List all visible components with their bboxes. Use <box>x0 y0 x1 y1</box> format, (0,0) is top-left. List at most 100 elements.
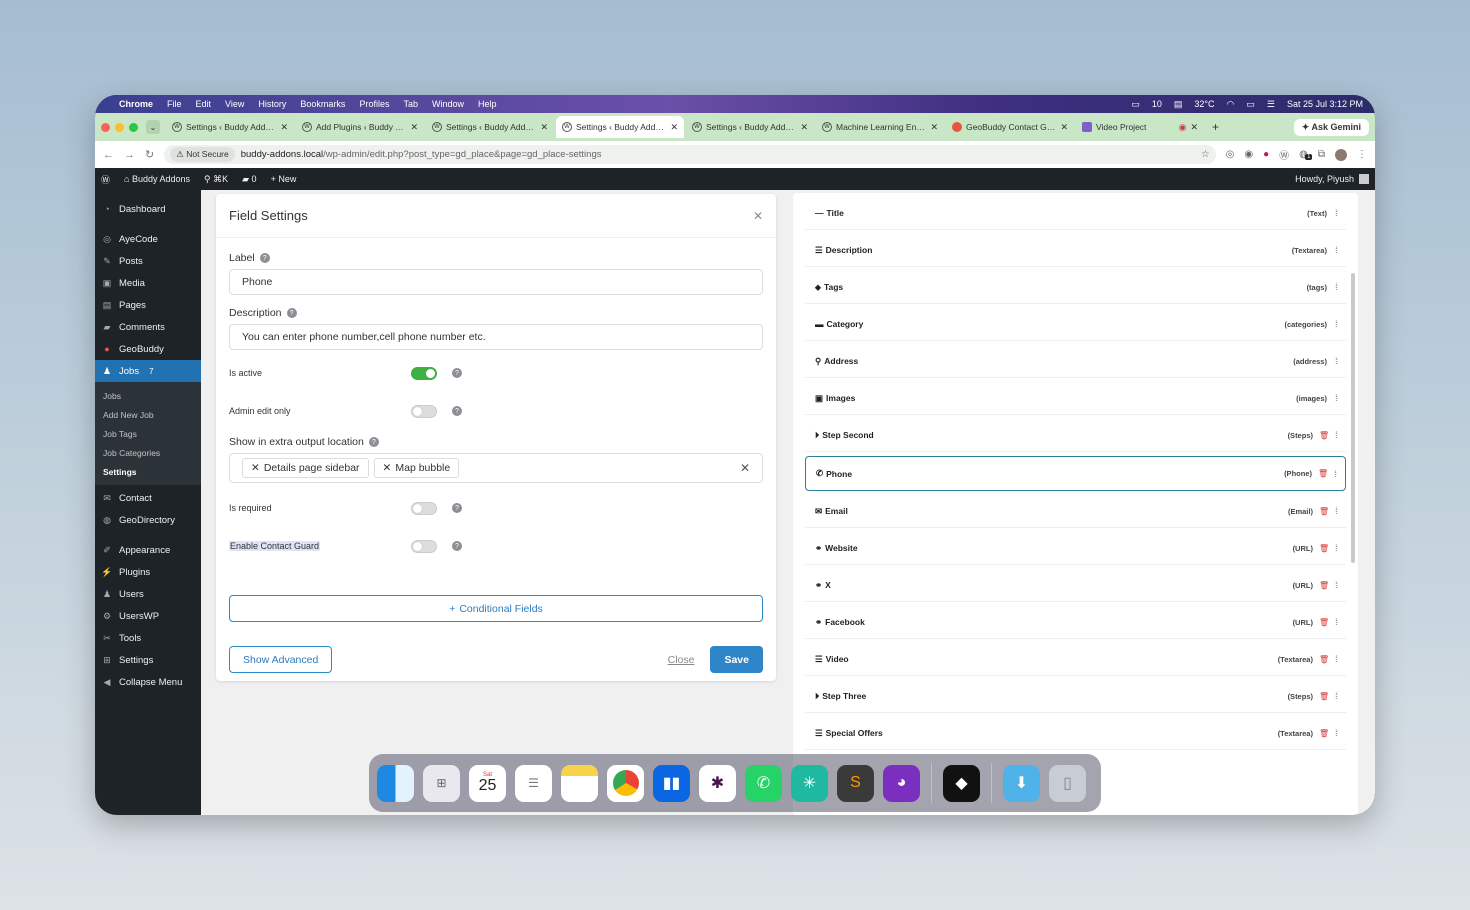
menu-item[interactable]: View <box>225 99 244 109</box>
admin-bar-comments[interactable]: ▰ 0 <box>242 174 256 185</box>
submenu-item-settings[interactable]: Settings <box>95 462 201 481</box>
launchpad-icon[interactable]: ⊞ <box>423 764 460 802</box>
field-row[interactable]: ⚭ Website (URL) 🗑 ⁞⁞ <box>805 532 1346 565</box>
sidebar-item-userswp[interactable]: ⚙ UsersWP <box>95 605 201 627</box>
menu-app-name[interactable]: Chrome <box>119 99 153 109</box>
downloads-folder-icon[interactable]: ⬇ <box>1003 764 1040 802</box>
submenu-item-job-categories[interactable]: Job Categories <box>95 443 201 462</box>
trash-icon[interactable]: 🗑 <box>1319 581 1329 590</box>
close-tab-icon[interactable]: ✕ <box>800 122 808 133</box>
save-button[interactable]: Save <box>710 646 763 673</box>
not-secure-badge[interactable]: ⚠ Not Secure <box>170 147 235 162</box>
drag-handle-icon[interactable]: ⁞⁞ <box>1335 245 1338 255</box>
help-icon[interactable]: ? <box>452 541 462 551</box>
admin-bar-new[interactable]: + New <box>271 174 297 184</box>
puzzle-icon[interactable]: ⧉ <box>1318 149 1325 160</box>
control-center-icon[interactable]: ☰ <box>1267 99 1275 110</box>
back-icon[interactable]: ← <box>103 149 114 161</box>
show-advanced-button[interactable]: Show Advanced <box>229 646 333 673</box>
kebab-menu-icon[interactable]: ⋮ <box>1357 149 1367 160</box>
sidebar-item-posts[interactable]: ✎ Posts <box>95 250 201 272</box>
wordpress-logo-icon[interactable]: Ⓦ <box>101 173 110 186</box>
help-icon[interactable]: ? <box>259 253 270 263</box>
field-row[interactable]: ▣ Images (images) ⁞⁞ <box>805 382 1346 415</box>
output-chip[interactable]: ✕ Map bubble <box>373 458 460 478</box>
slack-icon[interactable]: ✱ <box>699 764 736 802</box>
close-window-button[interactable] <box>101 122 110 132</box>
weather[interactable]: 32°C <box>1194 99 1214 109</box>
field-row[interactable]: ✆ Phone (Phone) 🗑 ⁞⁞ <box>805 456 1346 491</box>
sidebar-item-media[interactable]: ▣ Media <box>95 272 201 294</box>
browser-tab[interactable]: W Machine Learning Engineer ✕ <box>816 116 944 138</box>
menu-item[interactable]: Help <box>478 99 497 109</box>
scrollbar[interactable] <box>1351 273 1355 563</box>
github-desktop-icon[interactable]: ◕ <box>883 764 920 802</box>
browser-tab[interactable]: GeoBuddy Contact Guard ✕ <box>946 116 1074 138</box>
sidebar-item-geodirectory[interactable]: ◍ GeoDirectory <box>95 509 201 531</box>
trash-icon[interactable]: 🗑 <box>1318 469 1328 478</box>
extra-output-select[interactable]: ✕ Details page sidebar ✕ Map bubble ✕ <box>229 453 763 483</box>
field-row[interactable]: ⬥ Tags (tags) ⁞⁞ <box>805 271 1346 304</box>
drag-handle-icon[interactable]: ⁞⁞ <box>1335 356 1338 366</box>
is-required-toggle[interactable] <box>411 501 437 515</box>
menu-item[interactable]: File <box>167 99 182 109</box>
close-tab-icon[interactable]: ✕ <box>410 122 418 133</box>
drag-handle-icon[interactable]: ⁞⁞ <box>1335 282 1338 292</box>
browser-tab[interactable]: Video Project ◉ ✕ <box>1076 116 1204 138</box>
sidebar-item-contact[interactable]: ✉ Contact <box>95 487 201 509</box>
remove-chip-icon[interactable]: ✕ <box>251 462 260 474</box>
profile-avatar[interactable] <box>1335 148 1347 161</box>
wordpress-extension-icon[interactable]: Ⓦ <box>1279 147 1289 162</box>
minimize-window-button[interactable] <box>115 122 124 132</box>
drag-handle-icon[interactable]: ⁞⁞ <box>1335 654 1338 664</box>
omnibox[interactable]: ⚠ Not Secure buddy-addons.local/wp-admin… <box>164 145 1216 164</box>
close-tab-icon[interactable]: ✕ <box>930 122 938 133</box>
drag-handle-icon[interactable]: ⁞⁞ <box>1334 469 1337 479</box>
field-row[interactable]: ⏵ Step Second (Steps) 🗑 ⁞⁞ <box>805 419 1346 452</box>
sidebar-item-plugins[interactable]: ⚡ Plugins <box>95 561 201 583</box>
admin-bar-site[interactable]: ⌂ Buddy Addons <box>124 174 190 184</box>
menu-item[interactable]: Profiles <box>359 99 389 109</box>
label-input[interactable]: Phone <box>229 269 763 295</box>
admin-bar-account[interactable]: Howdy, Piyush <box>1295 174 1369 184</box>
field-row[interactable]: ☰ Video (Textarea) 🗑 ⁞⁞ <box>805 643 1346 676</box>
collapse-menu-button[interactable]: ◀ Collapse Menu <box>95 671 201 693</box>
close-tab-icon[interactable]: ✕ <box>1060 122 1068 133</box>
menu-item[interactable]: Edit <box>196 99 212 109</box>
sidebar-item-geobuddy[interactable]: ● GeoBuddy <box>95 338 201 360</box>
sidebar-item-dashboard[interactable]: ◔ Dashboard <box>95 198 201 220</box>
forward-icon[interactable]: → <box>124 149 135 161</box>
browser-tab[interactable]: W Add Plugins ‹ Buddy Addons ✕ <box>296 116 424 138</box>
new-tab-button[interactable]: + <box>1206 120 1225 134</box>
help-icon[interactable]: ? <box>286 308 297 318</box>
help-icon[interactable]: ? <box>452 503 462 513</box>
drag-handle-icon[interactable]: ⁞⁞ <box>1335 506 1338 516</box>
browser-tab[interactable]: W Settings ‹ Buddy Addons ✕ <box>426 116 554 138</box>
field-row[interactable]: — Title (Text) ⁞⁞ <box>805 197 1346 230</box>
reminders-icon[interactable]: ☰ <box>515 764 552 802</box>
reload-icon[interactable]: ↻ <box>145 148 154 161</box>
battery-icon[interactable]: ▭ <box>1246 99 1255 110</box>
menu-item[interactable]: Bookmarks <box>300 99 345 109</box>
trash-icon[interactable]: 🗑 <box>1319 655 1329 664</box>
admin-edit-toggle[interactable] <box>411 404 437 418</box>
sidebar-item-jobs[interactable]: ♟ Jobs 7 <box>95 360 201 382</box>
contact-guard-toggle[interactable] <box>411 539 437 553</box>
trash-icon[interactable]: 🗑 <box>1319 692 1329 701</box>
sidebar-item-comments[interactable]: ▰ Comments <box>95 316 201 338</box>
output-chip[interactable]: ✕ Details page sidebar <box>242 458 369 478</box>
close-tab-icon[interactable]: ✕ <box>540 122 548 133</box>
sidebar-item-pages[interactable]: ▤ Pages <box>95 294 201 316</box>
help-icon[interactable]: ? <box>452 406 462 416</box>
drag-handle-icon[interactable]: ⁞⁞ <box>1335 430 1338 440</box>
datetime[interactable]: Sat 25 Jul 3:12 PM <box>1287 99 1363 109</box>
clipboard-icon[interactable]: ▤ <box>1174 99 1183 110</box>
drag-handle-icon[interactable]: ⁞⁞ <box>1335 208 1338 218</box>
trello-icon[interactable]: ▮▮ <box>653 764 690 802</box>
wifi-icon[interactable]: ◠ <box>1227 99 1235 110</box>
close-tab-icon[interactable]: ✕ <box>670 122 678 133</box>
menu-item[interactable]: Tab <box>403 99 418 109</box>
browser-tab[interactable]: W Settings ‹ Buddy Addons ✕ <box>166 116 294 138</box>
extension-badge-icon[interactable]: ◍ 1 <box>1299 149 1313 160</box>
trash-icon[interactable]: 🗑 <box>1319 431 1329 440</box>
